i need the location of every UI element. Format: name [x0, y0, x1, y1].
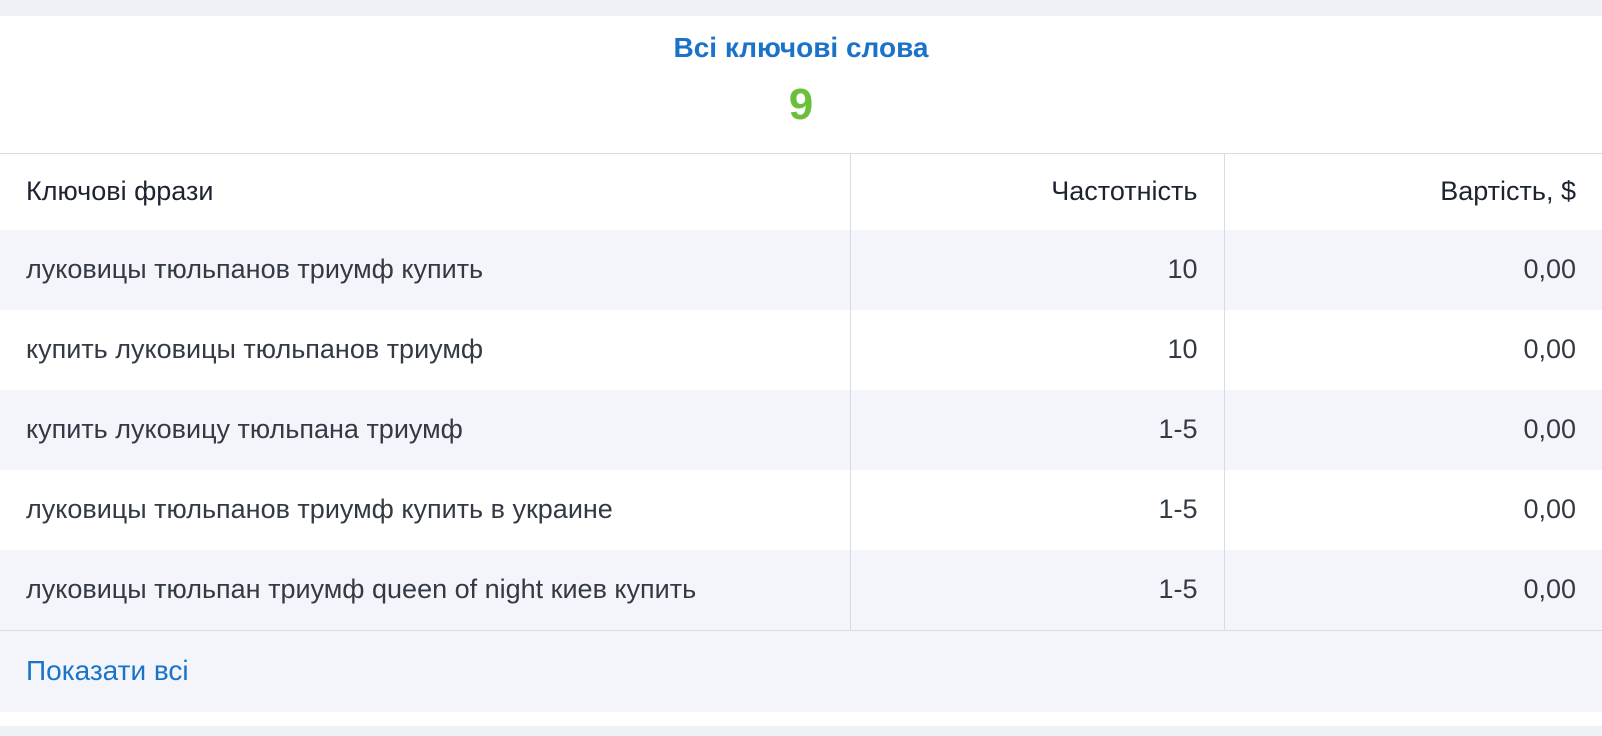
table-footer: Показати всі: [0, 629, 1602, 712]
keywords-count: 9: [788, 80, 814, 129]
table-row: луковицы тюльпанов триумф купить 10 0,00: [0, 229, 1602, 310]
keywords-summary: Всі ключові слова 9: [0, 16, 1602, 153]
column-header-phrases: Ключові фрази: [0, 153, 850, 230]
table-row: купить луковицу тюльпана триумф 1-5 0,00: [0, 389, 1602, 470]
keyword-cost: 0,00: [1223, 229, 1602, 310]
keyword-frequency: 1-5: [849, 549, 1224, 630]
keyword-frequency: 10: [849, 309, 1224, 390]
keyword-cost: 0,00: [1223, 389, 1602, 470]
keyword-frequency: 1-5: [849, 469, 1224, 550]
keyword-frequency: 10: [849, 229, 1224, 310]
keyword-phrase-link[interactable]: луковицы тюльпанов триумф купить: [0, 229, 850, 310]
keyword-cost: 0,00: [1223, 309, 1602, 390]
keyword-cost: 0,00: [1223, 469, 1602, 550]
column-header-frequency: Частотність: [849, 153, 1224, 230]
keyword-cost: 0,00: [1223, 549, 1602, 630]
table-row: луковицы тюльпанов триумф купить в украи…: [0, 469, 1602, 550]
keyword-phrase-link[interactable]: купить луковицы тюльпанов триумф: [0, 309, 850, 390]
show-all-link[interactable]: Показати всі: [26, 655, 189, 687]
table-header-row: Ключові фрази Частотність Вартість, $: [0, 153, 1602, 230]
keywords-table: Ключові фрази Частотність Вартість, $ лу…: [0, 153, 1602, 630]
keyword-frequency: 1-5: [849, 389, 1224, 470]
table-row: купить луковицы тюльпанов триумф 10 0,00: [0, 309, 1602, 390]
keyword-phrase-link[interactable]: луковицы тюльпанов триумф купить в украи…: [0, 469, 850, 550]
keywords-panel: Всі ключові слова 9 Ключові фрази Частот…: [0, 16, 1602, 726]
keyword-phrase-link[interactable]: луковицы тюльпан триумф queen of night к…: [0, 549, 850, 630]
table-row: луковицы тюльпан триумф queen of night к…: [0, 549, 1602, 630]
column-header-cost: Вартість, $: [1223, 153, 1602, 230]
all-keywords-link[interactable]: Всі ключові слова: [0, 32, 1602, 64]
keyword-phrase-link[interactable]: купить луковицу тюльпана триумф: [0, 389, 850, 470]
